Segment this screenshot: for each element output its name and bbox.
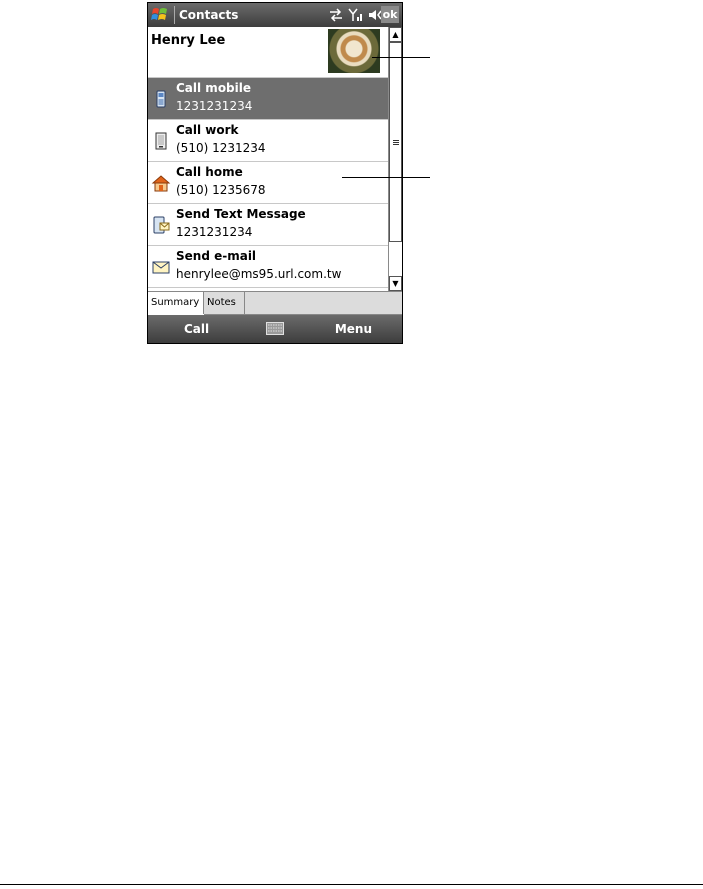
tab-strip: Summary Notes bbox=[148, 291, 402, 316]
action-detail: henrylee@ms95.url.com.tw bbox=[176, 267, 342, 281]
grip-line bbox=[393, 144, 399, 145]
action-detail: 1231231234 bbox=[176, 99, 253, 113]
title-bar: Contacts ok bbox=[148, 3, 402, 27]
scroll-up-icon[interactable]: ▲ bbox=[389, 27, 402, 42]
vertical-scrollbar[interactable]: ▲ ▼ bbox=[388, 27, 402, 291]
action-title: Send e-mail bbox=[176, 249, 257, 263]
contact-name: Henry Lee bbox=[151, 33, 226, 48]
pocket-pc-screen: Contacts ok Henry Lee Call mobile 123123… bbox=[147, 2, 403, 344]
tab-summary[interactable]: Summary bbox=[148, 292, 204, 314]
tab-notes[interactable]: Notes bbox=[204, 292, 245, 315]
menu-softkey[interactable]: Menu bbox=[335, 322, 372, 336]
scroll-thumb[interactable] bbox=[389, 42, 402, 242]
action-detail: (510) 1231234 bbox=[176, 141, 266, 155]
action-title: Call mobile bbox=[176, 81, 252, 95]
action-call-home[interactable]: Call home (510) 1235678 bbox=[148, 162, 388, 204]
contact-summary: Henry Lee Call mobile 1231231234 Call wo… bbox=[148, 27, 388, 291]
softkey-bar: Call Menu bbox=[148, 315, 402, 343]
home-icon bbox=[151, 175, 171, 192]
callout-line-actions bbox=[342, 177, 430, 178]
action-call-mobile[interactable]: Call mobile 1231231234 bbox=[148, 78, 388, 120]
app-title: Contacts bbox=[179, 8, 239, 22]
action-detail: (510) 1235678 bbox=[176, 183, 266, 197]
status-icons bbox=[328, 7, 384, 23]
page-footer-rule bbox=[0, 884, 703, 885]
action-title: Send Text Message bbox=[176, 207, 306, 221]
tab-strip-fill bbox=[245, 292, 402, 315]
text-message-icon bbox=[153, 216, 170, 234]
callout-line-photo bbox=[372, 57, 430, 58]
email-icon bbox=[152, 261, 170, 274]
action-detail: 1231231234 bbox=[176, 225, 253, 239]
action-send-text-message[interactable]: Send Text Message 1231231234 bbox=[148, 204, 388, 246]
scroll-down-icon[interactable]: ▼ bbox=[389, 276, 402, 291]
title-separator bbox=[174, 6, 175, 24]
windows-start-icon[interactable] bbox=[151, 6, 169, 24]
mobile-phone-icon bbox=[156, 90, 166, 108]
keyboard-icon[interactable] bbox=[266, 322, 284, 335]
ok-button[interactable]: ok bbox=[381, 6, 399, 23]
action-title: Call home bbox=[176, 165, 243, 179]
grip-line bbox=[393, 140, 399, 141]
work-phone-icon bbox=[155, 132, 167, 150]
grip-line bbox=[393, 142, 399, 143]
action-call-work[interactable]: Call work (510) 1231234 bbox=[148, 120, 388, 162]
contact-photo[interactable] bbox=[328, 29, 380, 73]
action-send-email[interactable]: Send e-mail henrylee@ms95.url.com.tw bbox=[148, 246, 388, 288]
action-title: Call work bbox=[176, 123, 239, 137]
signal-strength-icon[interactable] bbox=[348, 8, 364, 22]
connectivity-icon[interactable] bbox=[328, 8, 344, 22]
contact-header: Henry Lee bbox=[148, 27, 388, 78]
call-softkey[interactable]: Call bbox=[184, 322, 209, 336]
